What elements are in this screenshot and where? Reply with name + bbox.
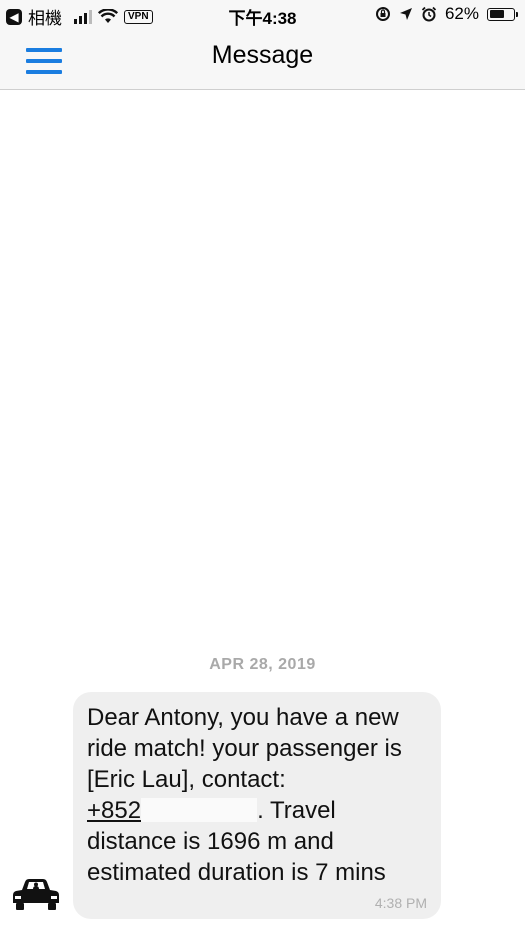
battery-percent: 62% [444,4,479,23]
redacted-number [141,798,258,822]
message-line: [Eric Lau], contact: [87,766,286,793]
phone-link[interactable]: +852 [87,797,141,824]
page-title: Message [211,41,314,69]
message-fragment: . Travel [257,797,336,824]
battery-icon [487,7,518,21]
nav-bar: Message [0,30,525,90]
message-line: estimated duration is 7 mins [87,859,386,886]
message-line: Dear Antony, you have a new [87,704,399,731]
message-line: +852 . Travel [87,795,427,826]
message-line: distance is 1696 m and [87,828,334,855]
message-text: Dear Antony, you have a new ride match! … [87,702,427,888]
car-avatar-icon[interactable] [12,876,60,912]
status-right: 62% [375,4,518,24]
message-timestamp: 4:38 PM [374,895,427,911]
status-bar: ◀ 相機 VPN 下午4:38 62% [0,0,525,30]
location-arrow-icon [399,8,412,20]
message-line: ride match! your passenger is [87,735,402,762]
orientation-lock-icon [375,7,390,21]
battery-fill [489,10,504,18]
alarm-icon [421,6,437,22]
message-bubble[interactable]: Dear Antony, you have a new ride match! … [73,692,441,919]
date-separator: APR 28, 2019 [209,656,316,673]
